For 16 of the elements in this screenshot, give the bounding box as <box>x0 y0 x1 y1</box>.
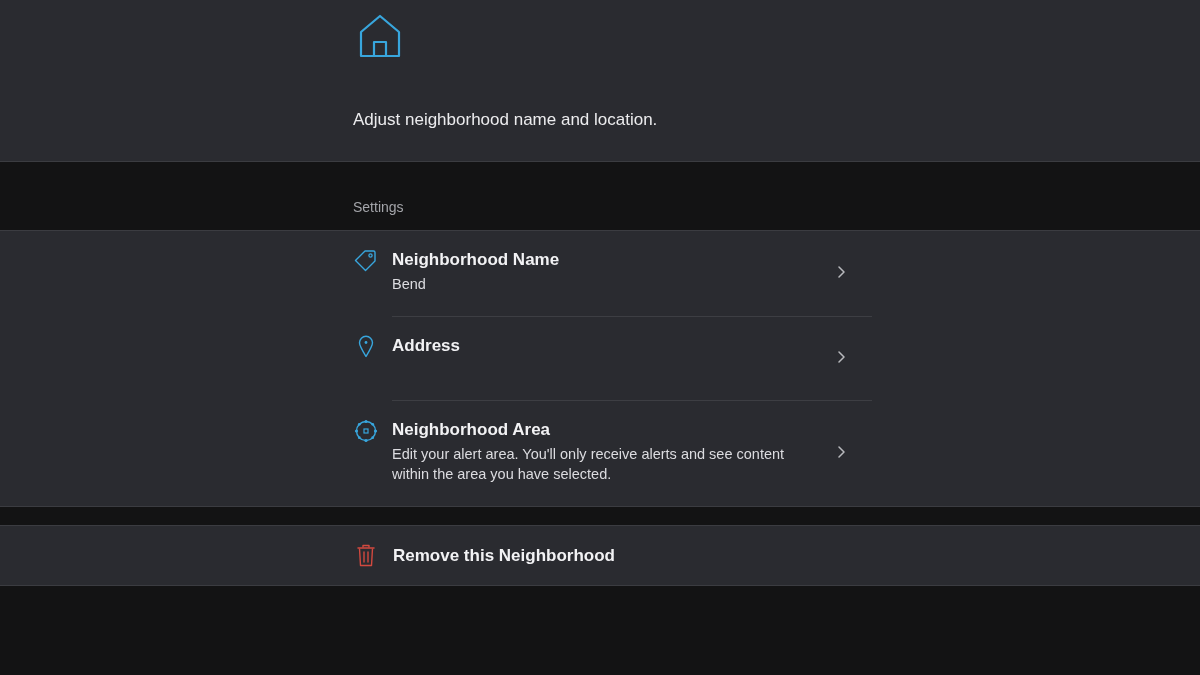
tag-icon <box>354 249 377 272</box>
chevron-icon[interactable] <box>838 350 845 363</box>
house-icon <box>359 14 401 58</box>
setting-title: Address <box>392 335 462 357</box>
section-heading: Settings <box>353 198 404 216</box>
setting-description: Bend <box>392 275 427 294</box>
chevron-icon[interactable] <box>838 445 845 458</box>
header-description: Adjust neighborhood name and location. <box>353 109 659 131</box>
remove-neighborhood-button[interactable]: Remove this Neighborhood <box>353 544 615 567</box>
location-pin-icon <box>358 335 374 358</box>
setting-description: Edit your alert area. You'll only receive alerts and see content within the area you have selected. <box>392 445 786 484</box>
chevron-icon[interactable] <box>838 265 845 278</box>
trash-icon <box>357 544 375 567</box>
setting-title: Neighborhood Name <box>392 249 561 271</box>
area-circle-icon <box>354 419 378 443</box>
setting-title: Neighborhood Area <box>392 419 552 441</box>
